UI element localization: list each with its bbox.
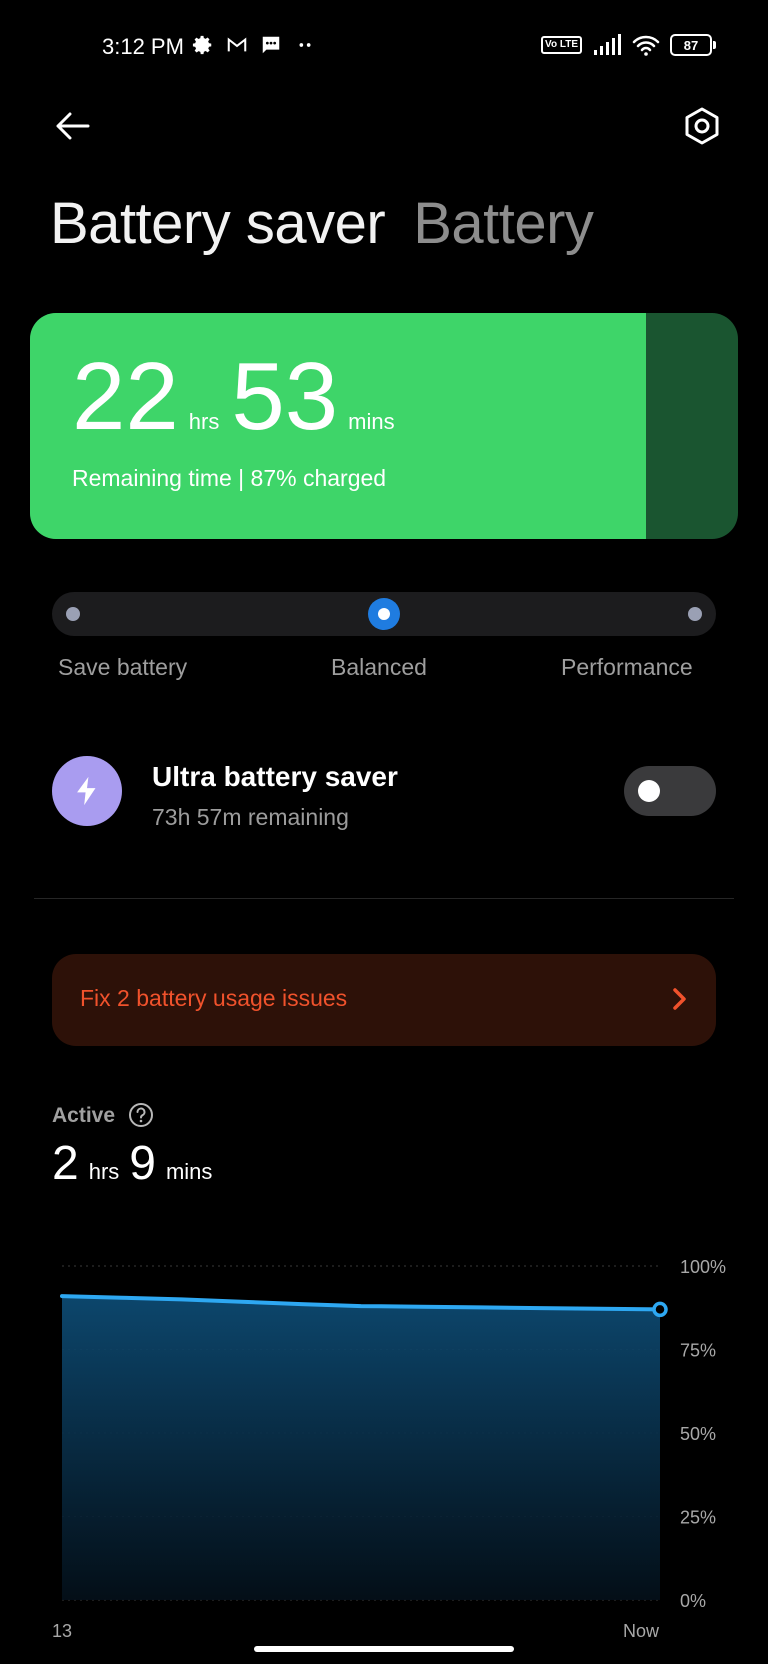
ultra-saver-title: Ultra battery saver (152, 761, 398, 792)
divider (34, 898, 734, 899)
mode-knob-balanced[interactable] (368, 598, 400, 630)
chevron-right-icon (673, 988, 686, 1010)
battery-icon: 87 (670, 34, 716, 56)
hours-unit: hrs (188, 409, 220, 434)
battery-saver-screen: 3:12 PM Vo LTE 87 Battery saver Battery (0, 0, 768, 1664)
active-label: Active (52, 1104, 116, 1127)
help-icon[interactable] (128, 1102, 154, 1128)
more-dots-icon (299, 43, 311, 47)
minutes-unit: mins (348, 409, 395, 434)
gear-icon (192, 35, 212, 55)
arrow-left-icon[interactable] (50, 104, 94, 148)
remaining-hours: 22 (72, 343, 179, 450)
status-bar: 3:12 PM Vo LTE 87 (0, 26, 768, 66)
fix-issues-label: Fix 2 battery usage issues (80, 985, 348, 1011)
battery-area (62, 1296, 660, 1600)
fix-issues-banner[interactable]: Fix 2 battery usage issues (52, 954, 716, 1046)
signal-icon (594, 34, 621, 55)
tab-battery[interactable]: Battery (413, 191, 594, 256)
battery-level-chart: 100% 75% 50% 25% 0% 13 Now (52, 1257, 726, 1641)
y-tick-label: 100% (680, 1257, 726, 1277)
x-tick-label: 13 (52, 1621, 72, 1641)
hexagon-settings-icon[interactable] (680, 104, 724, 148)
mode-label-save-battery[interactable]: Save battery (58, 654, 187, 681)
ultra-saver-toggle[interactable] (624, 766, 716, 816)
active-hours-unit: hrs (88, 1159, 120, 1184)
mode-label-performance[interactable]: Performance (561, 654, 693, 681)
lightning-icon (52, 756, 122, 826)
system-icons: Vo LTE 87 (541, 34, 716, 56)
status-time: 3:12 PM (102, 34, 184, 59)
notification-icons (192, 34, 316, 56)
gmail-icon (227, 37, 247, 52)
battery-remaining-card: 22 hrs 53 mins Remaining time | 87% char… (30, 313, 738, 539)
mode-stop-save[interactable] (66, 607, 80, 621)
y-tick-label: 0% (680, 1591, 706, 1611)
volte-icon: Vo LTE (541, 36, 582, 54)
page-tabs: Battery saver Battery (50, 190, 594, 257)
active-minutes-unit: mins (165, 1159, 213, 1184)
mode-stop-performance[interactable] (688, 607, 702, 621)
remaining-time: 22 hrs 53 mins (72, 349, 407, 445)
active-hours: 2 (52, 1137, 79, 1190)
y-tick-label: 75% (680, 1341, 716, 1361)
remaining-minutes: 53 (231, 343, 339, 450)
active-minutes: 9 (129, 1137, 156, 1190)
home-indicator[interactable] (254, 1646, 514, 1652)
active-time: 2 hrs 9 mins (52, 1140, 222, 1188)
ultra-saver-remaining: 73h 57m remaining (152, 804, 349, 830)
y-tick-label: 25% (680, 1508, 716, 1528)
x-tick-label: Now (623, 1621, 660, 1641)
mode-label-balanced[interactable]: Balanced (331, 654, 427, 681)
power-mode-slider[interactable] (52, 592, 716, 636)
tab-battery-saver[interactable]: Battery saver (50, 191, 386, 256)
toggle-knob (638, 780, 660, 802)
remaining-caption: Remaining time | 87% charged (72, 465, 387, 491)
message-icon (262, 36, 280, 54)
battery-level: 87 (670, 34, 712, 56)
y-tick-label: 50% (680, 1424, 716, 1444)
wifi-icon (632, 35, 660, 56)
battery-now-point (652, 1301, 668, 1318)
